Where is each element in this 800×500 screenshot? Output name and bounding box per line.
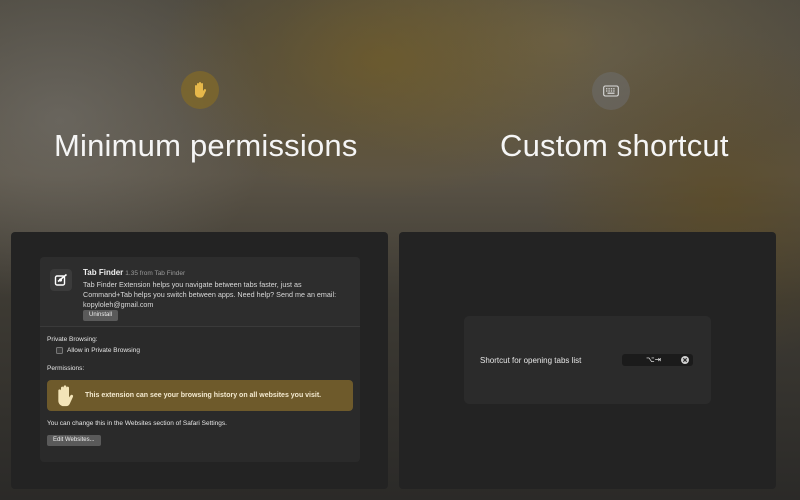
edit-websites-button[interactable]: Edit Websites... [47, 435, 101, 446]
shortcut-label: Shortcut for opening tabs list [480, 356, 582, 365]
keyboard-icon [592, 72, 630, 110]
extension-description: Tab Finder Extension helps you navigate … [83, 280, 337, 309]
extension-settings-panel: Tab Finder 1.35 from Tab Finder Tab Finde… [11, 232, 388, 489]
tab-finder-logo-icon [50, 269, 72, 291]
feature-title-permissions: Minimum permissions [54, 128, 358, 163]
private-browsing-label: Private Browsing: [47, 336, 98, 343]
clear-shortcut-icon[interactable] [681, 356, 689, 364]
raised-hand-icon [181, 71, 219, 109]
uninstall-button[interactable]: Uninstall [83, 310, 119, 321]
shortcut-recorder-field[interactable]: ⌥⇥ [622, 354, 693, 366]
raised-hand-icon [58, 385, 74, 407]
extension-card: Tab Finder 1.35 from Tab Finder Tab Finde… [40, 257, 360, 462]
shortcut-card: Shortcut for opening tabs list ⌥⇥ [464, 316, 711, 404]
permission-warning-text: This extension can see your browsing his… [85, 392, 322, 399]
shortcut-value: ⌥⇥ [646, 355, 661, 364]
settings-note: You can change this in the Websites sect… [47, 420, 227, 427]
checkbox-box[interactable] [56, 347, 63, 354]
allow-private-browsing-checkbox[interactable]: Allow in Private Browsing [56, 347, 140, 354]
extension-name: Tab Finder 1.35 from Tab Finder [83, 268, 186, 277]
permissions-label: Permissions: [47, 365, 85, 372]
allow-private-browsing-label: Allow in Private Browsing [67, 347, 140, 354]
permission-warning-banner: This extension can see your browsing his… [47, 380, 353, 411]
feature-title-shortcut: Custom shortcut [500, 128, 729, 163]
extension-header: Tab Finder 1.35 from Tab Finder Tab Finde… [40, 257, 360, 327]
shortcut-settings-panel: Shortcut for opening tabs list ⌥⇥ [399, 232, 776, 489]
